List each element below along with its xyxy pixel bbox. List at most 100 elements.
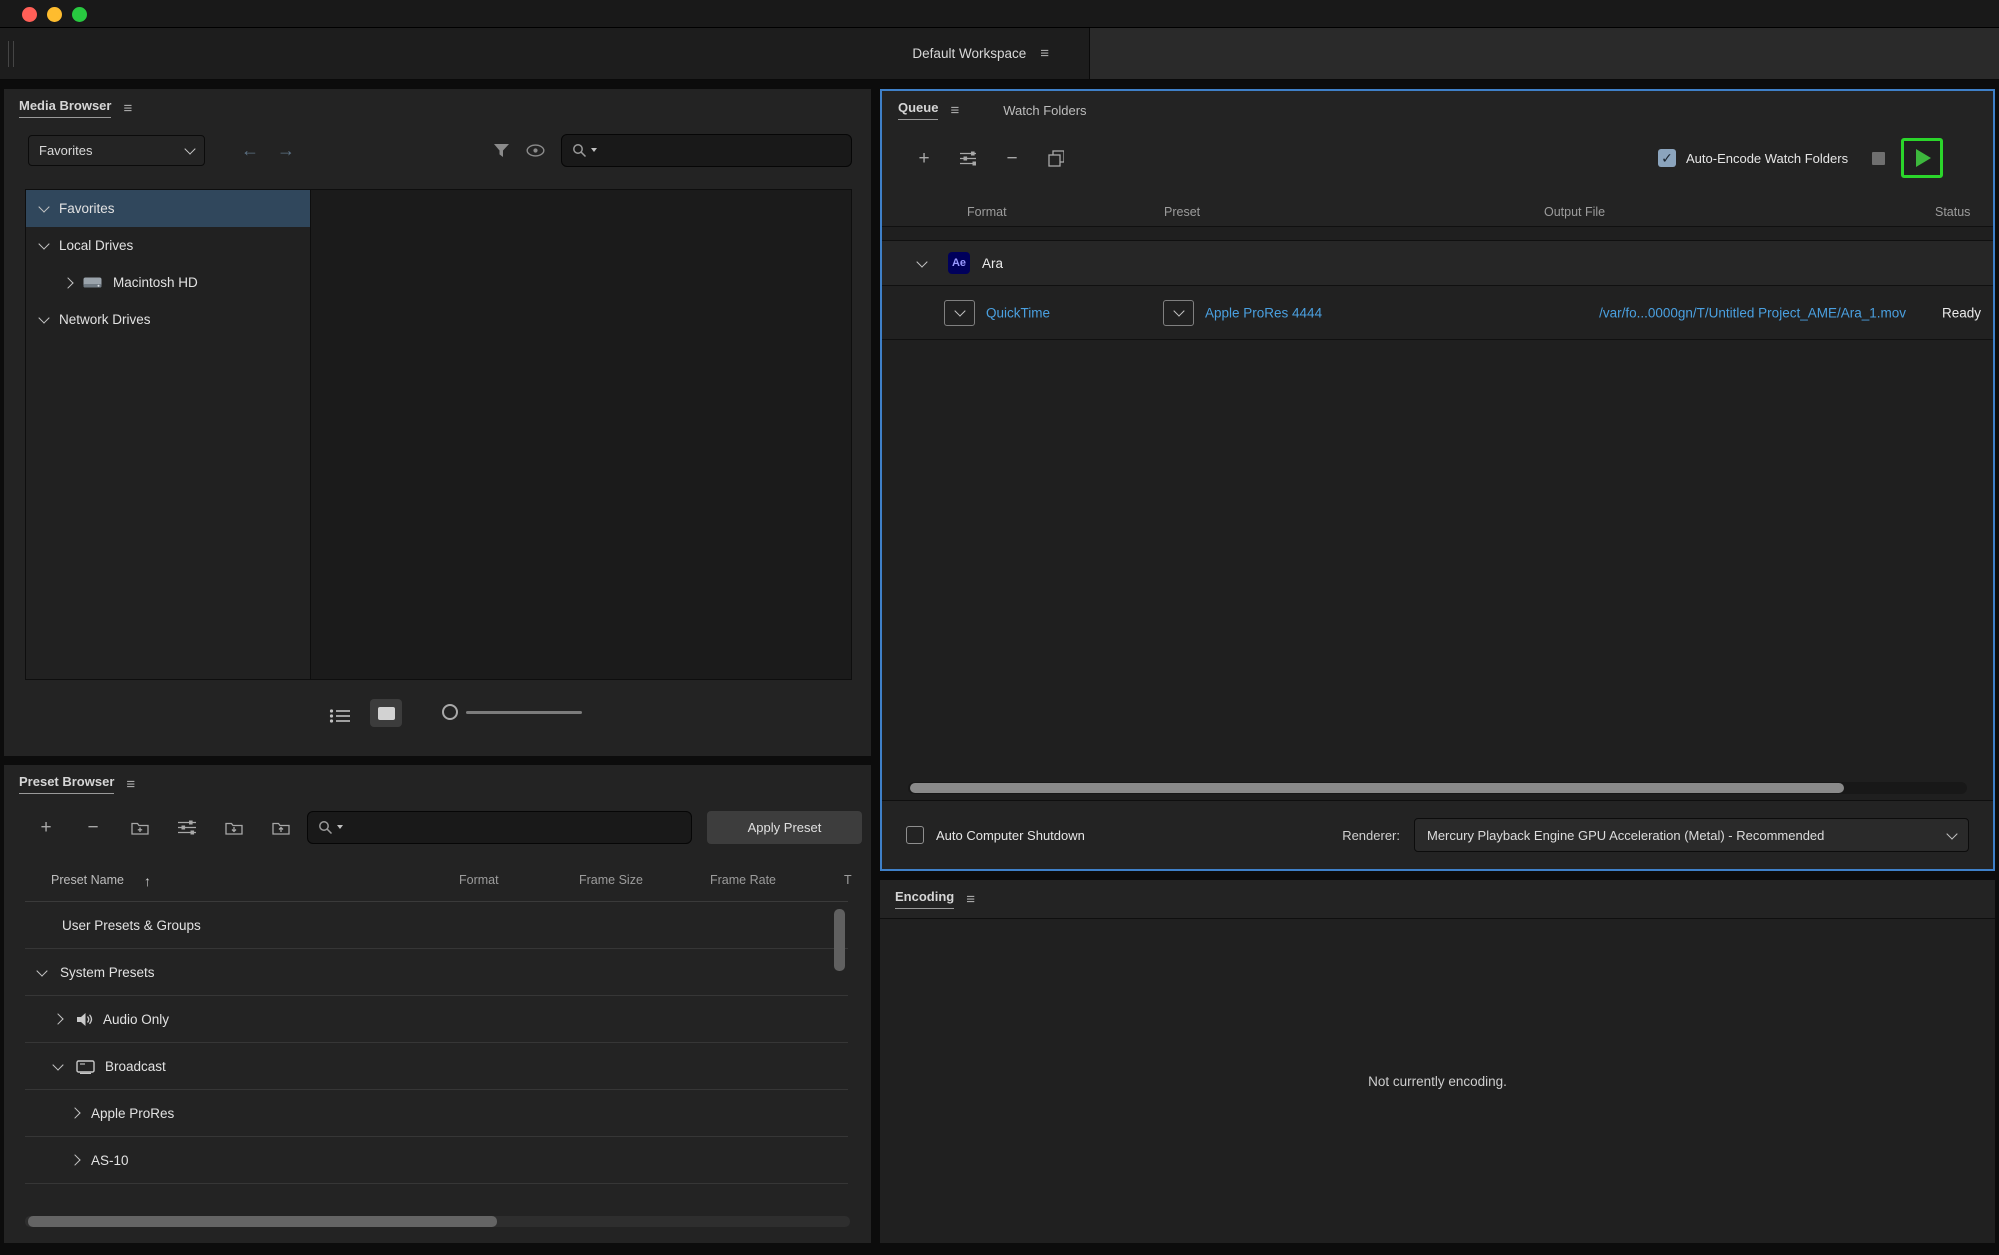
chevron-right-icon[interactable]	[69, 1107, 81, 1119]
tree-item-local-drives[interactable]: Local Drives	[26, 227, 310, 264]
output-file-link[interactable]: /var/fo...0000gn/T/Untitled Project_AME/…	[1599, 305, 1906, 320]
column-frame-size[interactable]: Frame Size	[579, 873, 643, 887]
location-dropdown[interactable]: Favorites	[28, 134, 205, 166]
remove-button[interactable]: −	[1004, 149, 1020, 168]
eye-icon[interactable]	[526, 143, 545, 157]
delete-preset-button[interactable]: −	[84, 818, 102, 837]
preset-vertical-scrollbar[interactable]	[834, 909, 845, 971]
start-queue-play-icon[interactable]	[1916, 149, 1932, 167]
filter-icon[interactable]	[493, 143, 510, 158]
apply-preset-button[interactable]: Apply Preset	[707, 810, 862, 844]
chevron-down-icon	[184, 142, 196, 155]
queue-menu-icon[interactable]: ≡	[950, 103, 959, 118]
media-browser-menu-icon[interactable]: ≡	[123, 101, 132, 116]
folder-import-icon	[225, 822, 243, 835]
chevron-down-icon[interactable]	[38, 238, 50, 250]
tab-watch-folders[interactable]: Watch Folders	[1003, 103, 1086, 118]
preset-browser-title[interactable]: Preset Browser	[19, 774, 115, 794]
media-browser-title[interactable]: Media Browser	[19, 98, 112, 118]
queue-group-row[interactable]: Ae Ara	[882, 240, 1993, 286]
folder-plus-icon	[131, 822, 149, 835]
media-search-input[interactable]	[601, 142, 841, 158]
preset-horizontal-scrollbar[interactable]	[25, 1216, 850, 1227]
format-link[interactable]: QuickTime	[986, 305, 1050, 320]
zoom-slider-handle[interactable]	[442, 704, 458, 720]
preset-row-as10[interactable]: AS-10	[25, 1137, 848, 1184]
scrollbar-thumb[interactable]	[910, 783, 1844, 793]
status-value: Ready	[1942, 305, 1982, 320]
tree-item-label: Network Drives	[59, 312, 151, 327]
workspace-menu-icon[interactable]: ≡	[1040, 46, 1049, 61]
preset-link[interactable]: Apple ProRes 4444	[1205, 305, 1322, 320]
add-source-button[interactable]: +	[916, 149, 932, 168]
chevron-down-icon[interactable]	[38, 312, 50, 324]
minimize-button[interactable]	[47, 7, 62, 22]
scrollbar-thumb[interactable]	[28, 1216, 497, 1227]
chevron-down-icon[interactable]	[52, 1058, 64, 1071]
back-arrow-button[interactable]: ←	[241, 141, 259, 159]
column-target[interactable]: T	[844, 873, 852, 887]
import-preset-button[interactable]	[225, 820, 243, 835]
sliders-icon	[178, 820, 196, 834]
close-button[interactable]	[22, 7, 37, 22]
preset-row-broadcast[interactable]: Broadcast	[25, 1043, 848, 1090]
export-preset-button[interactable]	[272, 820, 290, 835]
thumbnail-view-button[interactable]	[370, 699, 402, 727]
encoding-menu-icon[interactable]: ≡	[966, 892, 975, 907]
panel-grip-icon[interactable]	[8, 41, 14, 67]
chevron-down-icon[interactable]	[38, 201, 50, 213]
chevron-right-icon[interactable]	[52, 1013, 64, 1025]
chevron-down-icon[interactable]	[36, 964, 48, 977]
chevron-down-icon	[953, 305, 966, 317]
preset-row-audio-only[interactable]: Audio Only	[25, 996, 848, 1043]
queue-horizontal-scrollbar[interactable]	[908, 782, 1967, 794]
media-browser-header: Media Browser ≡	[4, 89, 871, 127]
duplicate-button[interactable]	[1048, 149, 1064, 167]
chevron-down-icon[interactable]	[916, 255, 928, 268]
location-dropdown-value: Favorites	[39, 142, 93, 158]
fullscreen-button[interactable]	[72, 7, 87, 22]
chevron-right-icon[interactable]	[62, 276, 74, 289]
tree-item-network-drives[interactable]: Network Drives	[26, 301, 310, 338]
auto-encode-checkbox[interactable]: ✓	[1658, 149, 1676, 167]
app-window: Default Workspace ≡ Media Browser ≡ Favo…	[0, 0, 1999, 1255]
encoding-status-text: Not currently encoding.	[1368, 1073, 1507, 1089]
media-search-box[interactable]	[561, 133, 852, 167]
preset-search-input[interactable]	[347, 819, 681, 835]
queue-item-row[interactable]: QuickTime Apple ProRes 4444 /var/fo...00…	[882, 286, 1993, 340]
workspace-tab[interactable]: Default Workspace ≡	[0, 28, 1090, 79]
preset-settings-button[interactable]	[178, 820, 196, 835]
search-scope-chevron-icon[interactable]	[591, 148, 597, 152]
format-dropdown-button[interactable]	[944, 299, 975, 326]
new-group-button[interactable]	[131, 820, 149, 835]
tree-item-macintosh-hd[interactable]: Macintosh HD	[26, 264, 310, 301]
chevron-right-icon[interactable]	[69, 1154, 81, 1166]
tab-queue[interactable]: Queue	[898, 100, 939, 120]
preset-browser-menu-icon[interactable]: ≡	[126, 777, 135, 792]
preset-search-box[interactable]	[307, 810, 692, 844]
stop-queue-icon[interactable]	[1872, 151, 1886, 165]
list-view-icon[interactable]	[329, 708, 351, 724]
encoding-title[interactable]: Encoding	[895, 889, 955, 909]
column-format[interactable]: Format	[459, 873, 499, 887]
new-preset-button[interactable]: +	[37, 818, 55, 837]
preset-dropdown-button[interactable]	[1163, 299, 1194, 326]
forward-arrow-button[interactable]: →	[277, 141, 295, 159]
tree-item-favorites[interactable]: Favorites	[26, 190, 310, 227]
preset-row-system-presets[interactable]: System Presets	[25, 949, 848, 996]
column-frame-rate[interactable]: Frame Rate	[710, 873, 776, 887]
auto-shutdown-checkbox[interactable]	[906, 826, 924, 844]
preset-row-user-presets[interactable]: User Presets & Groups	[25, 902, 848, 949]
preset-row-label: Audio Only	[103, 1011, 170, 1027]
column-output-file: Output File	[1544, 205, 1606, 219]
sort-ascending-icon[interactable]: ↑	[144, 873, 151, 889]
column-preset-name[interactable]: Preset Name	[51, 873, 124, 887]
search-scope-chevron-icon[interactable]	[337, 825, 343, 829]
add-output-button[interactable]	[960, 151, 976, 166]
encoding-panel: Encoding ≡ Not currently encoding.	[880, 880, 1995, 1243]
preset-row-apple-prores[interactable]: Apple ProRes	[25, 1090, 848, 1137]
queue-column-headers: Format Preset Output File Status	[882, 203, 1993, 226]
column-status: Status	[1935, 205, 1971, 219]
zoom-slider-track[interactable]	[466, 711, 582, 714]
renderer-dropdown[interactable]: Mercury Playback Engine GPU Acceleration…	[1414, 818, 1969, 852]
